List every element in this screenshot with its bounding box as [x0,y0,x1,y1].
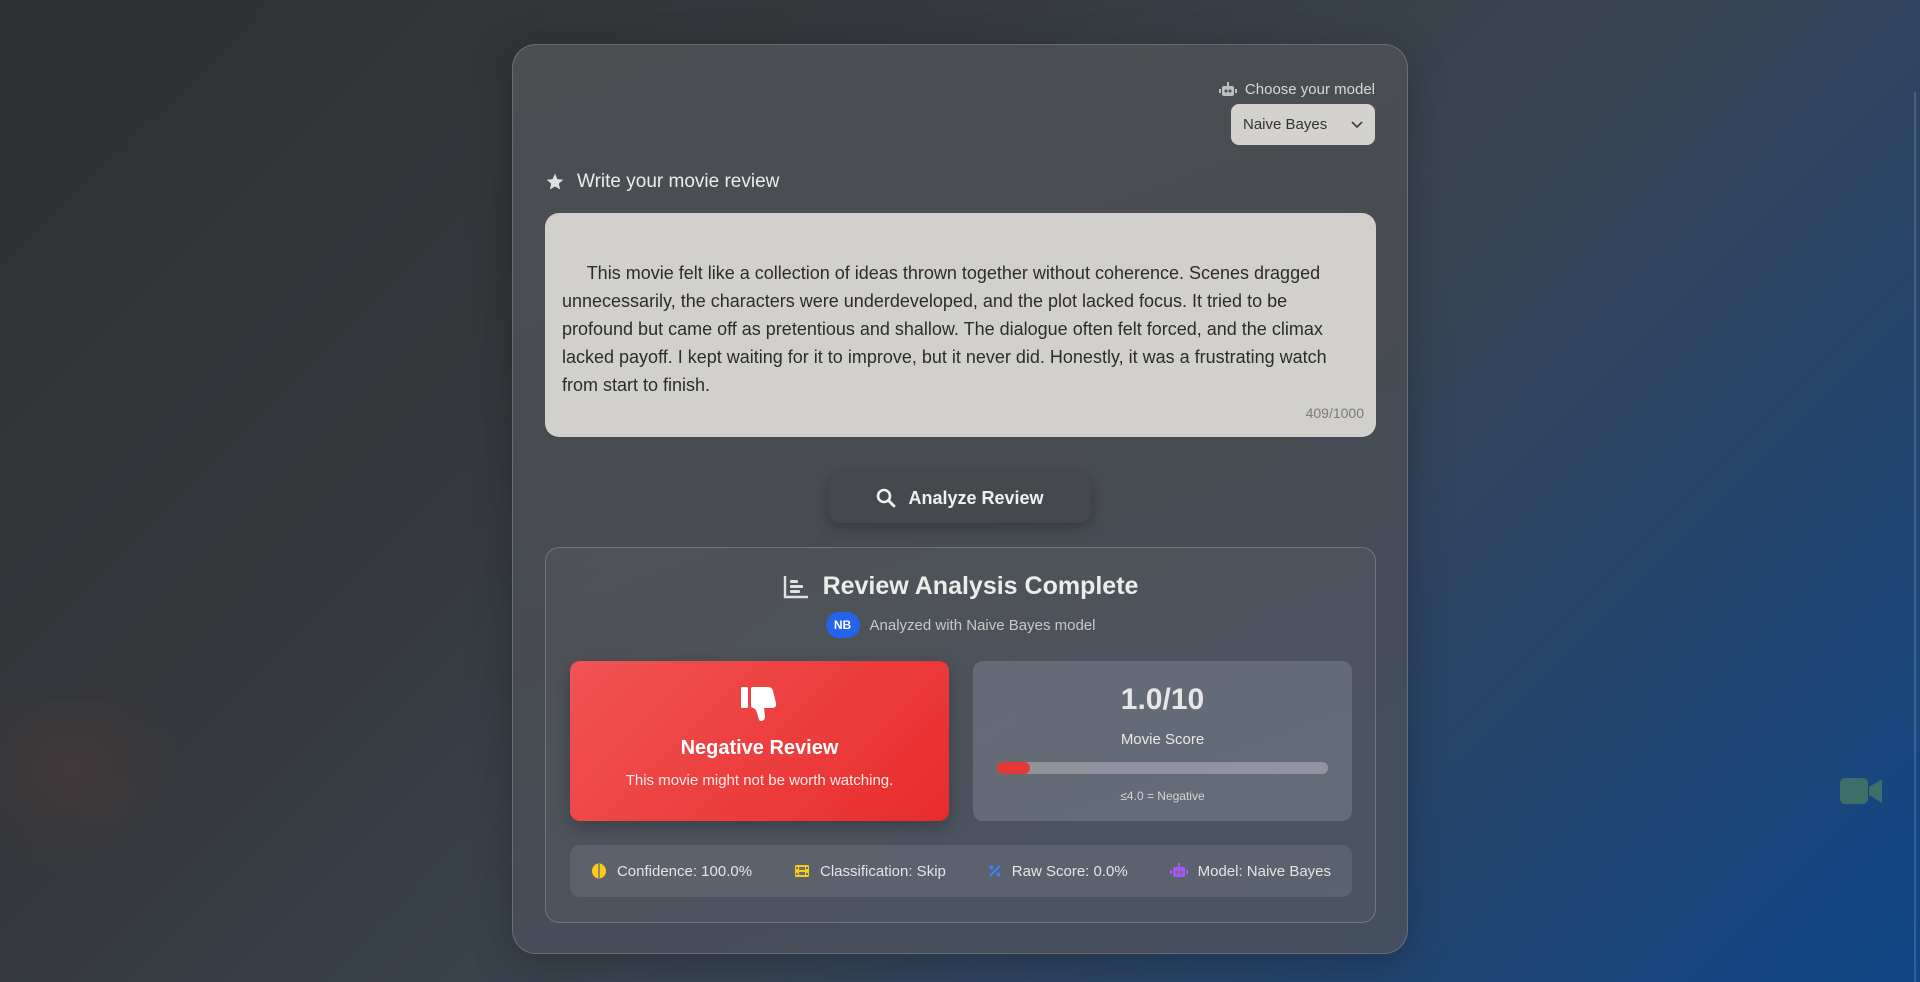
chevron-down-icon [1351,120,1363,128]
analyze-review-label: Analyze Review [908,487,1044,508]
model-select[interactable]: Naive Bayes [1231,104,1375,145]
results-title: Review Analysis Complete [546,572,1375,601]
results-panel: Review Analysis Complete NB Analyzed wit… [545,547,1376,923]
video-camera-icon[interactable] [1838,774,1886,808]
stat-raw-score: Raw Score: 0.0% [988,863,1128,880]
review-heading: Write your movie review [545,171,779,193]
score-value: 1.0/10 [1120,683,1205,716]
score-progress-fill [997,762,1031,774]
stat-classification: Classification: Skip [794,863,946,880]
stat-model: Model: Naive Bayes [1169,862,1332,880]
verdict-description: This movie might not be worth watching. [625,772,894,789]
stat-raw-score-text: Raw Score: 0.0% [1011,862,1128,880]
stat-confidence: Confidence: 100.0% [591,863,752,880]
robot-icon [1169,863,1188,877]
results-title-text: Review Analysis Complete [822,572,1139,600]
model-select-value: Naive Bayes [1243,116,1328,133]
results-subtitle: NB Analyzed with Naive Bayes model [546,612,1375,638]
page-scrollbar[interactable] [1914,92,1916,982]
search-icon [877,488,896,508]
verdict-title: Negative Review [680,737,839,759]
review-text: This movie felt like a collection of ide… [562,263,1332,395]
background-glow [0,700,180,872]
score-note: ≤4.0 = Negative [1120,789,1205,803]
thumbs-down-icon [741,687,777,721]
score-card: 1.0/10 Movie Score ≤4.0 = Negative [973,661,1352,821]
model-picker-label: Choose your model [1218,81,1375,98]
robot-icon [1218,81,1237,96]
review-textarea[interactable]: This movie felt like a collection of ide… [545,213,1376,437]
char-count: 409/1000 [1305,405,1364,421]
verdict-card: Negative Review This movie might not be … [570,661,949,821]
results-subtitle-text: Analyzed with Naive Bayes model [869,616,1096,634]
score-progress-bar [997,762,1328,774]
review-card: Choose your model Naive Bayes Write your… [512,44,1408,954]
score-label: Movie Score [1120,731,1205,748]
stat-confidence-text: Confidence: 100.0% [616,862,753,880]
stat-classification-text: Classification: Skip [819,862,946,880]
film-icon [794,865,809,877]
stats-bar: Confidence: 100.0% Classification: Skip [570,845,1352,897]
brain-icon [591,863,606,879]
star-icon [546,173,564,190]
percent-icon [989,865,1001,877]
stat-model-text: Model: Naive Bayes [1197,862,1332,880]
analyze-review-button[interactable]: Analyze Review [829,473,1091,523]
model-badge: NB [825,612,860,638]
review-heading-text: Write your movie review [577,171,780,192]
chart-bar-icon [783,575,808,598]
model-picker-label-text: Choose your model [1244,81,1375,98]
